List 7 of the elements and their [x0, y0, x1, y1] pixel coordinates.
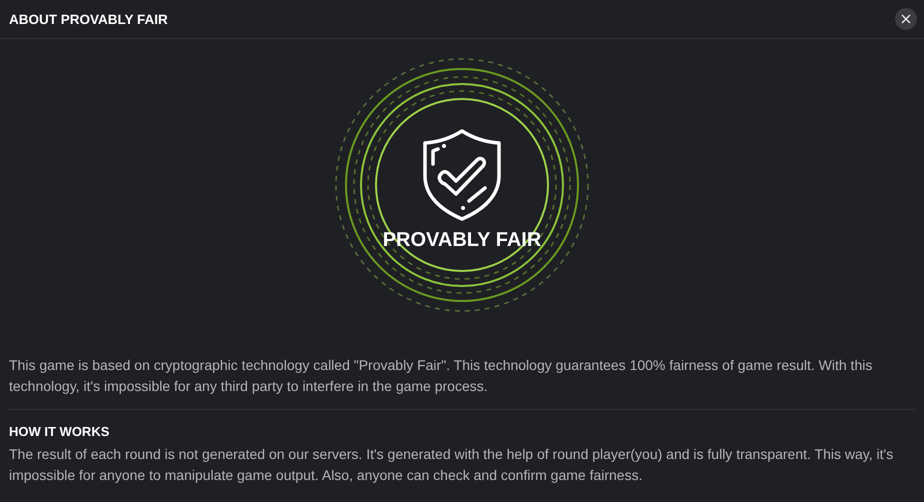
window-title: ABOUT PROVABLY FAIR — [9, 12, 168, 26]
shield-check-icon — [421, 128, 503, 222]
section-heading: HOW IT WORKS — [9, 424, 110, 439]
close-button[interactable] — [895, 8, 917, 30]
close-icon — [901, 14, 911, 24]
section-paragraph: The result of each round is not generated on our servers. It's generated with the help of round player(you) and is fully transparent. This way, it's impossible for anyone to manipulate game output. Also, anyone can check and confirm game fairness. — [8, 445, 894, 485]
intro-paragraph: This game is based on cryptographic technology called "Provably Fair". This technology guarantees 100% fairness of game result. With this technology, it's impossible for any third party to interfere in the game process. — [9, 355, 915, 410]
